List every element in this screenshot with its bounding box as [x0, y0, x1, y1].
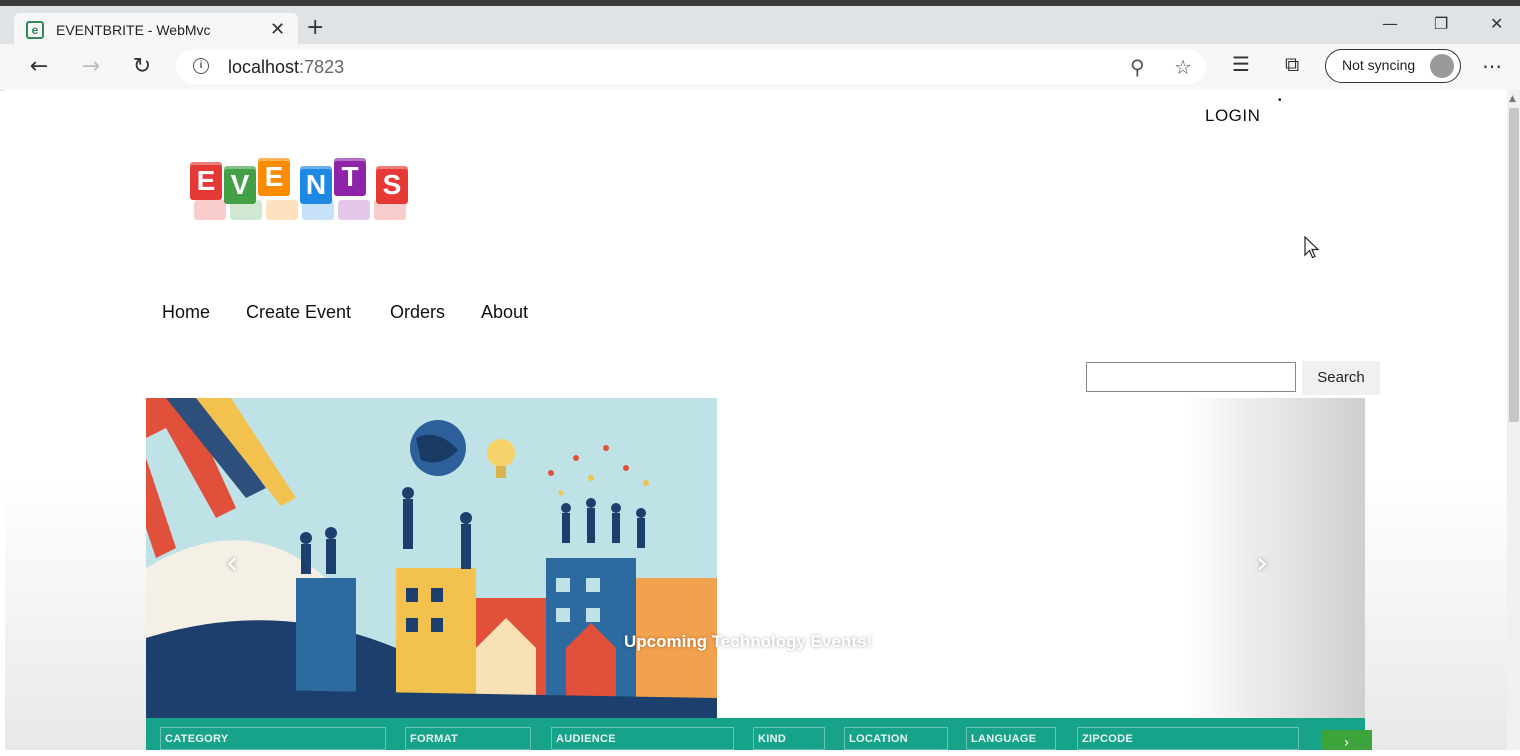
events-logo[interactable]: E V E N T S [190, 152, 430, 247]
collections-icon[interactable]: ⧉ [1285, 52, 1299, 76]
logo-reflection [230, 200, 262, 220]
sync-button[interactable]: Not syncing [1325, 49, 1461, 83]
favorite-star-icon[interactable]: ☆ [1174, 55, 1192, 79]
filter-label: AUDIENCE [556, 733, 616, 745]
url-host: localhost [228, 57, 300, 77]
zoom-icon[interactable]: ⚲ [1130, 55, 1145, 79]
logo-reflection [266, 200, 298, 220]
profile-avatar [1430, 54, 1454, 78]
forward-icon[interactable]: → [76, 52, 106, 82]
logo-cube: S [376, 166, 408, 204]
carousel-caption: Upcoming Technology Events! [624, 632, 873, 651]
filter-label: KIND [758, 733, 787, 745]
nav-about[interactable]: About [481, 302, 528, 323]
browser-toolbar: ← → ↻ i localhost:7823 ⚲ ☆ ☰ ⧉ Not synci… [0, 44, 1520, 91]
filter-format[interactable]: FORMAT [405, 727, 531, 750]
logo-reflection [374, 200, 406, 220]
info-icon[interactable]: i [193, 58, 209, 74]
filter-label: LOCATION [849, 733, 909, 745]
filter-label: ZIPCODE [1082, 733, 1133, 745]
nav-create-event[interactable]: Create Event [246, 302, 351, 323]
url-text[interactable]: localhost:7823 [228, 57, 344, 78]
search-input[interactable] [1086, 362, 1296, 392]
filter-submit-button[interactable]: › [1321, 730, 1372, 751]
logo-cube: N [300, 166, 332, 204]
logo-reflection [302, 200, 334, 220]
new-tab-button[interactable]: + [306, 16, 324, 40]
favorites-list-icon[interactable]: ☰ [1232, 52, 1250, 76]
address-bar[interactable]: i localhost:7823 ⚲ ☆ [176, 50, 1206, 84]
logo-cube: V [224, 166, 256, 204]
sync-label: Not syncing [1342, 57, 1416, 73]
carousel-next-icon[interactable]: › [1256, 546, 1268, 581]
tab-close-icon[interactable]: ✕ [270, 19, 285, 40]
carousel-prev-icon[interactable]: ‹ [226, 546, 238, 581]
filter-category[interactable]: CATEGORY [160, 727, 386, 750]
mouse-cursor-icon [1304, 236, 1320, 259]
minimize-icon[interactable]: — [1382, 14, 1398, 33]
logo-cube: E [190, 162, 222, 200]
scroll-up-icon[interactable]: ▲ [1509, 94, 1516, 104]
nav-home[interactable]: Home [162, 302, 210, 323]
url-port: :7823 [299, 57, 345, 77]
tab-strip: e EVENTBRITE - WebMvc ✕ + — ❐ ✕ [0, 6, 1520, 50]
tab-title: EVENTBRITE - WebMvc [56, 22, 211, 38]
scroll-thumb[interactable] [1509, 108, 1519, 422]
filter-kind[interactable]: KIND [753, 727, 825, 750]
filter-zipcode[interactable]: ZIPCODE [1077, 727, 1299, 750]
logo-cube: T [334, 158, 366, 196]
login-link[interactable]: LOGIN [1205, 106, 1260, 126]
logo-cube: E [258, 158, 290, 196]
filter-label: CATEGORY [165, 733, 229, 745]
event-carousel: ‹ › Upcoming Technology Events! [146, 398, 1365, 718]
event-filter-bar: CATEGORY FORMAT AUDIENCE KIND LOCATION L… [146, 718, 1372, 751]
window-close-icon[interactable]: ✕ [1490, 14, 1503, 33]
nav-orders[interactable]: Orders [390, 302, 445, 323]
back-icon[interactable]: ← [24, 52, 54, 82]
search-button[interactable]: Search [1302, 361, 1380, 395]
filter-label: FORMAT [410, 733, 459, 745]
decorative-dot: • [1278, 95, 1282, 106]
more-icon[interactable]: ⋯ [1482, 54, 1502, 78]
filter-location[interactable]: LOCATION [844, 727, 948, 750]
filter-language[interactable]: LANGUAGE [966, 727, 1056, 750]
filter-audience[interactable]: AUDIENCE [551, 727, 734, 750]
refresh-icon[interactable]: ↻ [127, 52, 157, 82]
logo-reflection [338, 200, 370, 220]
filter-label: LANGUAGE [971, 733, 1037, 745]
restore-icon[interactable]: ❐ [1434, 14, 1448, 33]
logo-reflection [194, 200, 226, 220]
favicon-icon: e [26, 21, 44, 39]
